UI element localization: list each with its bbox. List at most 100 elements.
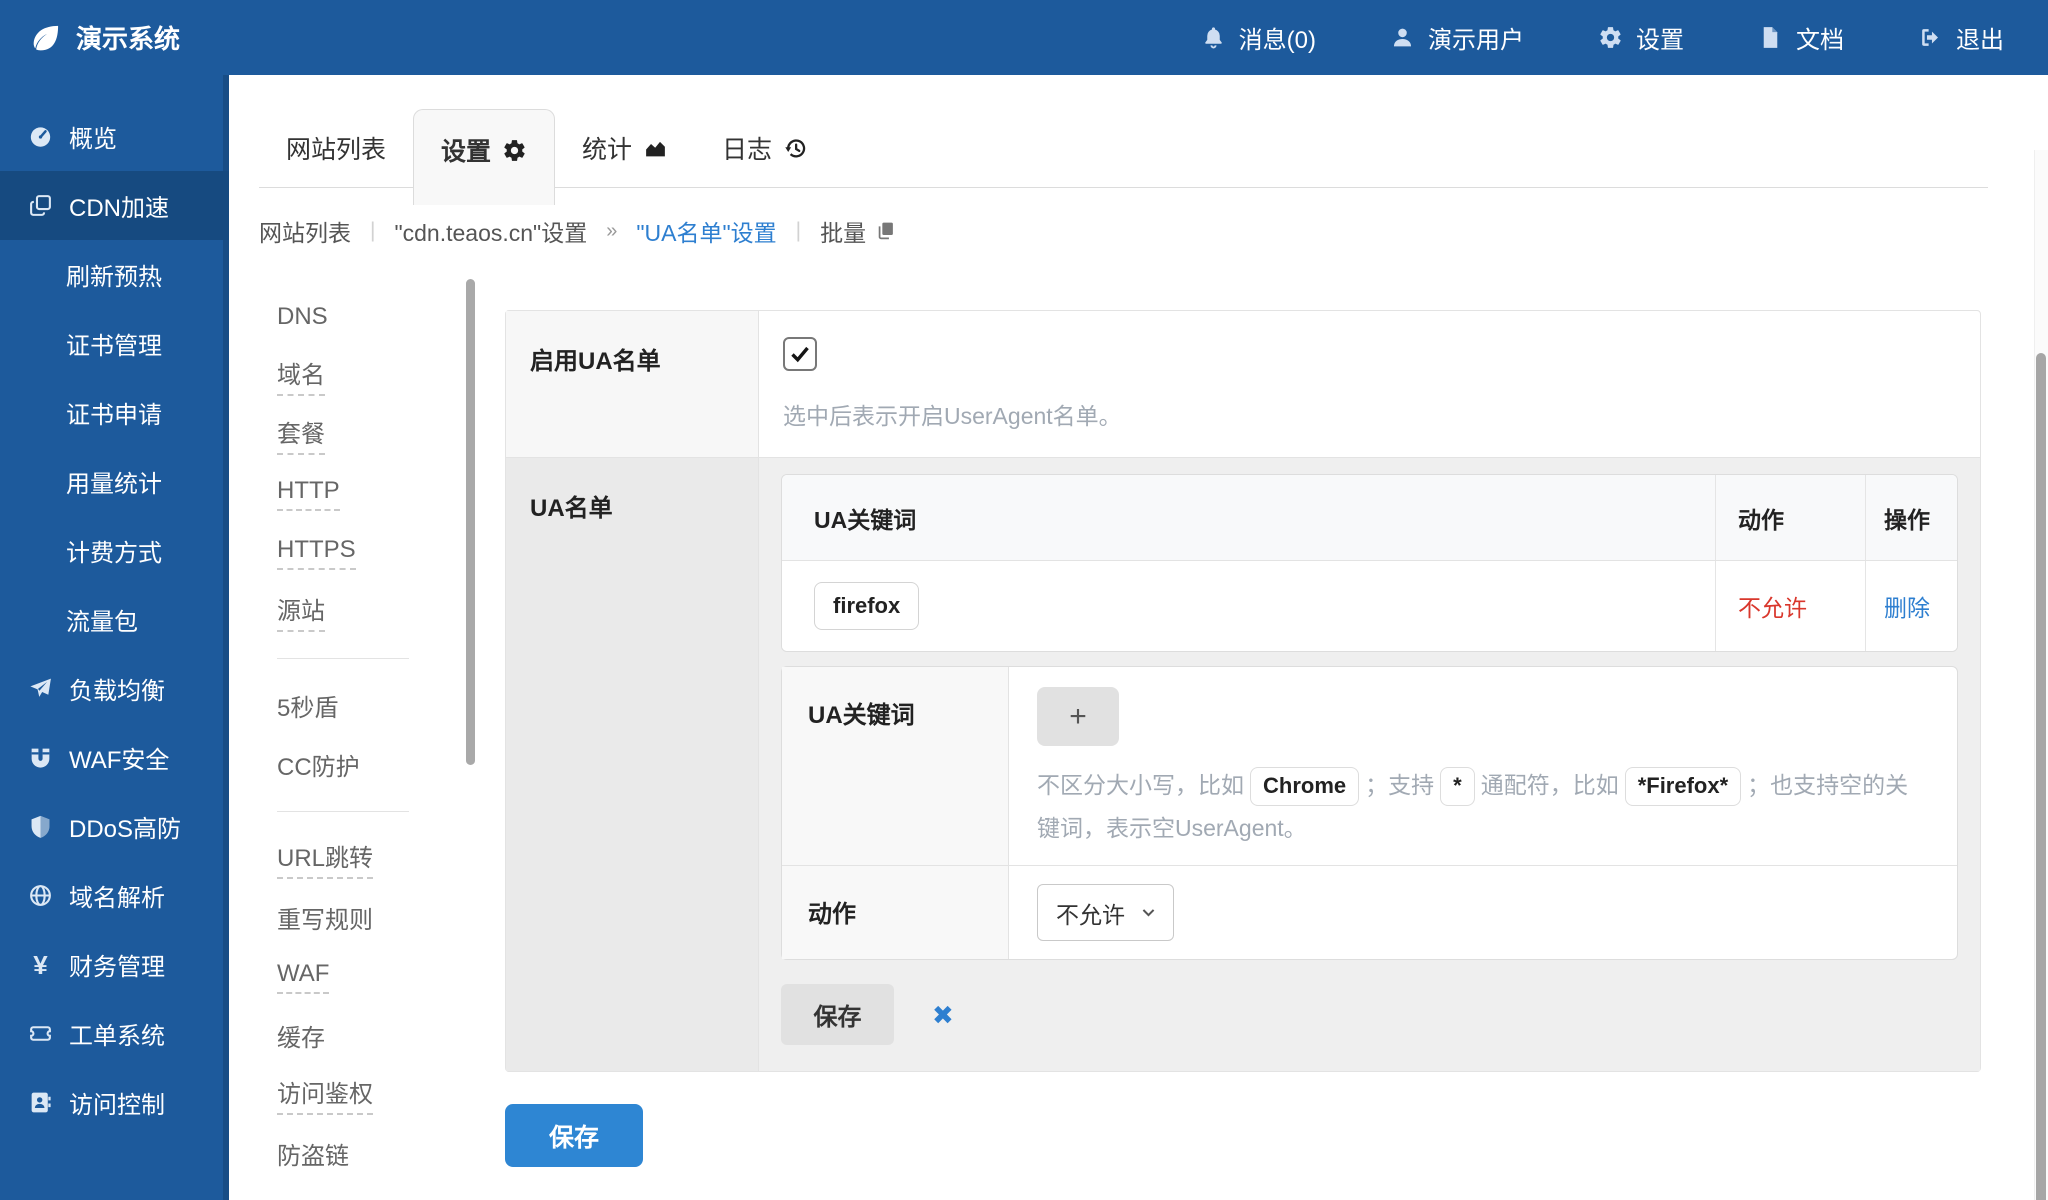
ticket-icon bbox=[27, 1021, 54, 1046]
editor-actions: 保存 ✖ bbox=[781, 984, 1958, 1045]
enable-ua-label: 启用UA名单 bbox=[506, 311, 759, 457]
ua-form-box: 启用UA名单 选中后表示开启UserAgent名单。 UA名单 bbox=[505, 310, 1981, 1072]
enable-ua-content: 选中后表示开启UserAgent名单。 bbox=[759, 311, 1980, 457]
globe-icon bbox=[27, 883, 54, 908]
sidebar-item-access-control[interactable]: 访问控制 bbox=[0, 1068, 229, 1137]
menu-item-origin[interactable]: 源站 bbox=[277, 582, 475, 641]
history-icon bbox=[783, 136, 808, 161]
document-icon bbox=[1758, 25, 1783, 50]
enable-ua-checkbox[interactable] bbox=[783, 337, 817, 371]
ua-keyword-table: UA关键词 动作 操作 firefox bbox=[781, 474, 1958, 652]
cancel-icon[interactable]: ✖ bbox=[932, 1002, 954, 1028]
navbar-logout[interactable]: 退出 bbox=[1918, 20, 2004, 55]
menu-item-http[interactable]: HTTP bbox=[277, 464, 475, 523]
top-navbar: 演示系统 消息(0) 演示用户 设置 bbox=[0, 0, 2048, 75]
sidebar: 概览 CDN加速 刷新预热 证书管理 证书申请 用量统计 计费方式 流量包 bbox=[0, 75, 229, 1200]
table-header: UA关键词 动作 操作 bbox=[782, 475, 1957, 561]
address-book-icon bbox=[27, 1090, 54, 1115]
breadcrumb-batch[interactable]: 批量 bbox=[820, 214, 897, 248]
paper-plane-icon bbox=[27, 676, 54, 701]
navbar-user[interactable]: 演示用户 bbox=[1390, 20, 1524, 55]
gear-icon bbox=[502, 138, 527, 163]
page-scrollbar-thumb[interactable] bbox=[2036, 353, 2046, 1200]
col-keyword-header: UA关键词 bbox=[782, 475, 1715, 560]
user-icon bbox=[1390, 25, 1415, 50]
navbar-messages[interactable]: 消息(0) bbox=[1201, 20, 1316, 55]
sidebar-item-finance[interactable]: ¥ 财务管理 bbox=[0, 930, 229, 999]
navbar-settings[interactable]: 设置 bbox=[1598, 20, 1684, 55]
sidebar-item-cdn[interactable]: CDN加速 bbox=[0, 171, 229, 240]
sidebar-subitem-usage[interactable]: 用量统计 bbox=[0, 447, 229, 516]
sidebar-item-dns-resolve[interactable]: 域名解析 bbox=[0, 861, 229, 930]
brand[interactable]: 演示系统 bbox=[30, 19, 180, 56]
yen-icon: ¥ bbox=[27, 952, 54, 978]
tab-stats[interactable]: 统计 bbox=[555, 109, 695, 187]
add-keyword-button[interactable]: + bbox=[1037, 687, 1119, 746]
editor-keyword-label: UA关键词 bbox=[782, 667, 1009, 865]
sidebar-item-ddos[interactable]: DDoS高防 bbox=[0, 792, 229, 861]
ua-list-label: UA名单 bbox=[506, 458, 759, 1071]
menu-item-rewrite[interactable]: 重写规则 bbox=[277, 888, 475, 947]
navbar-docs[interactable]: 文档 bbox=[1758, 20, 1844, 55]
navbar-menu: 消息(0) 演示用户 设置 文档 bbox=[1201, 20, 2004, 55]
gear-icon bbox=[1598, 25, 1623, 50]
sidebar-subitem-cert-apply[interactable]: 证书申请 bbox=[0, 378, 229, 447]
menu-item-cc[interactable]: CC防护 bbox=[277, 735, 475, 794]
delete-link[interactable]: 删除 bbox=[1884, 589, 1930, 623]
editor-keyword-row: UA关键词 + 不区分大小写，比如Chrome；支持*通配符，比如*Firefo… bbox=[782, 667, 1957, 865]
sidebar-subitem-traffic-pack[interactable]: 流量包 bbox=[0, 585, 229, 654]
sidebar-cdn-submenu: 刷新预热 证书管理 证书申请 用量统计 计费方式 流量包 bbox=[0, 240, 229, 654]
app: 演示系统 消息(0) 演示用户 设置 bbox=[0, 0, 2048, 1200]
navbar-user-label: 演示用户 bbox=[1428, 20, 1524, 55]
row-action: 不允许 bbox=[1738, 589, 1807, 623]
chart-area-icon bbox=[643, 136, 668, 161]
breadcrumb-domain-settings[interactable]: "cdn.teaos.cn"设置 bbox=[394, 214, 587, 248]
action-select[interactable]: 不允许 bbox=[1037, 884, 1174, 941]
menu-item-5s-shield[interactable]: 5秒盾 bbox=[277, 676, 475, 735]
enable-ua-row: 启用UA名单 选中后表示开启UserAgent名单。 bbox=[506, 311, 1980, 457]
navbar-settings-label: 设置 bbox=[1636, 20, 1684, 55]
kbd-chrome: Chrome bbox=[1250, 767, 1359, 806]
menu-item-https[interactable]: HTTPS bbox=[277, 523, 475, 582]
breadcrumb-current[interactable]: "UA名单"设置 bbox=[636, 214, 776, 248]
action-select-value: 不允许 bbox=[1056, 896, 1125, 930]
sidebar-item-overview[interactable]: 概览 bbox=[0, 102, 229, 171]
sidebar-subitem-cert-manage[interactable]: 证书管理 bbox=[0, 309, 229, 378]
tab-settings[interactable]: 设置 bbox=[413, 109, 555, 205]
menu-item-auth[interactable]: 访问鉴权 bbox=[277, 1065, 475, 1124]
navbar-logout-label: 退出 bbox=[1956, 20, 2004, 55]
menu-item-hotlink[interactable]: 防盗链 bbox=[277, 1124, 475, 1183]
menu-item-plan[interactable]: 套餐 bbox=[277, 405, 475, 464]
workarea: DNS 域名 套餐 HTTP HTTPS 源站 5秒盾 CC防护 URL跳转 重… bbox=[229, 265, 2048, 1200]
sidebar-item-load-balance[interactable]: 负载均衡 bbox=[0, 654, 229, 723]
menu-item-waf[interactable]: WAF bbox=[277, 947, 475, 1006]
sidebar-item-waf[interactable]: WAF安全 bbox=[0, 723, 229, 792]
tab-site-list[interactable]: 网站列表 bbox=[259, 109, 413, 187]
brand-label: 演示系统 bbox=[76, 19, 180, 56]
menu-item-url-redirect[interactable]: URL跳转 bbox=[277, 829, 475, 888]
copy-icon bbox=[875, 220, 897, 242]
ua-list-row: UA名单 UA关键词 动作 操作 bbox=[506, 457, 1980, 1071]
sidebar-subitem-billing[interactable]: 计费方式 bbox=[0, 516, 229, 585]
magnet-icon bbox=[27, 745, 54, 770]
sidebar-item-tickets[interactable]: 工单系统 bbox=[0, 999, 229, 1068]
sidebar-subitem-refresh[interactable]: 刷新预热 bbox=[0, 240, 229, 309]
keyword-help: 不区分大小写，比如Chrome；支持*通配符，比如*Firefox*；也支持空的… bbox=[1037, 764, 1929, 849]
menu-item-cache[interactable]: 缓存 bbox=[277, 1006, 475, 1065]
enable-ua-help: 选中后表示开启UserAgent名单。 bbox=[783, 397, 1956, 431]
menu-item-domain[interactable]: 域名 bbox=[277, 346, 475, 405]
sidebar-item-label: CDN加速 bbox=[69, 188, 169, 223]
settings-menu-scrollbar[interactable] bbox=[466, 279, 475, 765]
shield-icon bbox=[27, 814, 54, 839]
editor-action-row: 动作 不允许 bbox=[782, 865, 1957, 959]
tab-logs[interactable]: 日志 bbox=[695, 109, 835, 187]
breadcrumb-site-list[interactable]: 网站列表 bbox=[259, 214, 351, 248]
col-ops-header: 操作 bbox=[1865, 475, 1957, 560]
editor-save-button[interactable]: 保存 bbox=[781, 984, 894, 1045]
menu-item-dns[interactable]: DNS bbox=[277, 287, 475, 346]
ua-editor-panel: UA关键词 + 不区分大小写，比如Chrome；支持*通配符，比如*Firefo… bbox=[781, 666, 1958, 960]
table-row: firefox 不允许 删除 bbox=[782, 561, 1957, 651]
settings-menu: DNS 域名 套餐 HTTP HTTPS 源站 5秒盾 CC防护 URL跳转 重… bbox=[277, 265, 475, 1200]
save-button[interactable]: 保存 bbox=[505, 1104, 643, 1167]
sidebar-item-label: 概览 bbox=[69, 119, 117, 154]
